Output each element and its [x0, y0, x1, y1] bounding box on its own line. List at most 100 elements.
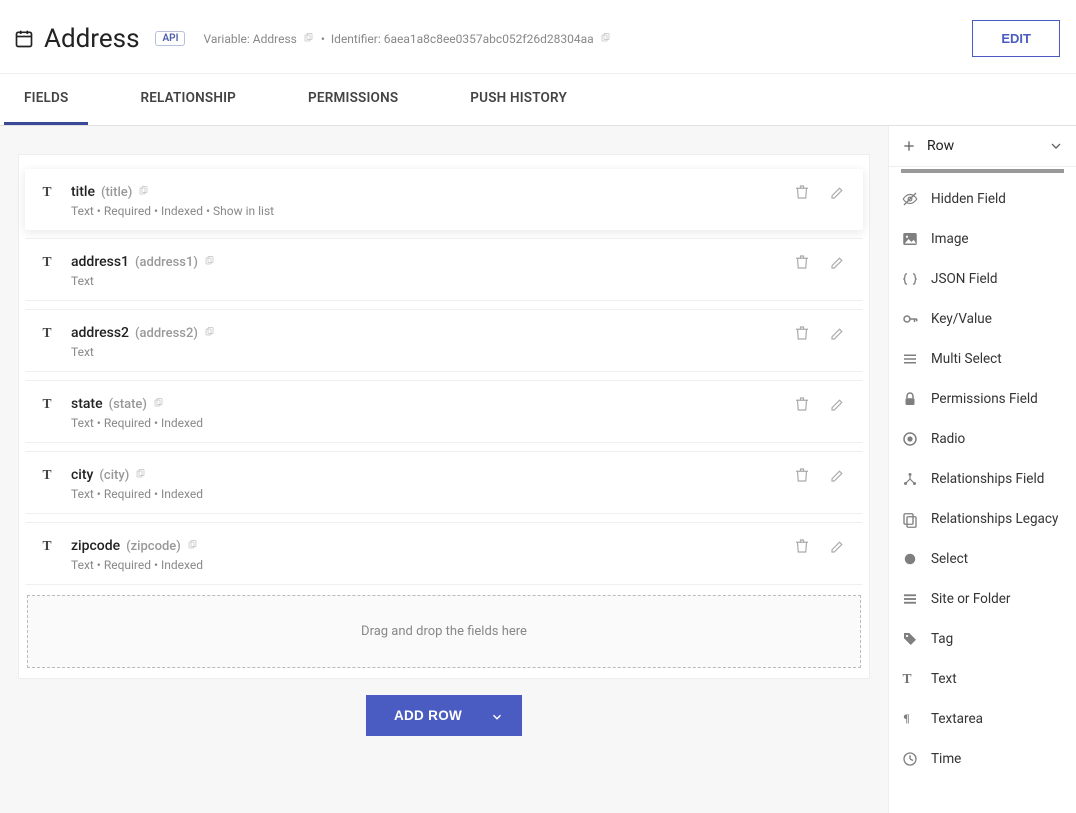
- field-variable: (state): [109, 397, 147, 412]
- sidebar-field-list: Hidden Field Image JSON Field Key/Value …: [889, 167, 1076, 813]
- field-variable: (address2): [135, 326, 198, 341]
- field-meta: Text: [71, 274, 793, 288]
- chevron-down-icon: [490, 710, 502, 722]
- sidebar-item-text[interactable]: Text: [889, 659, 1076, 699]
- edit-field-icon[interactable]: [829, 466, 847, 484]
- text-icon: [41, 537, 59, 555]
- field-card[interactable]: state (state) Text • Required • Indexed: [25, 380, 863, 443]
- hidden-icon: [901, 190, 919, 208]
- field-name: state: [71, 396, 103, 412]
- edit-field-icon[interactable]: [829, 253, 847, 271]
- copy-icon[interactable]: [204, 327, 216, 339]
- time-icon: [901, 750, 919, 768]
- field-card[interactable]: address2 (address2) Text: [25, 309, 863, 372]
- identifier-label: Identifier: 6aea1a8c8ee0357abc052f26d283…: [331, 32, 594, 46]
- chevron-down-icon: [1048, 138, 1064, 154]
- field-meta: Text: [71, 345, 793, 359]
- field-name: title: [71, 184, 95, 200]
- copy-identifier-icon[interactable]: [600, 33, 612, 45]
- delete-field-icon[interactable]: [793, 395, 811, 413]
- sidebar-item-permissions-field[interactable]: Permissions Field: [889, 379, 1076, 419]
- sidebar-item-textarea[interactable]: Textarea: [889, 699, 1076, 739]
- sidebar-item-image[interactable]: Image: [889, 219, 1076, 259]
- copy-variable-icon[interactable]: [303, 33, 315, 45]
- copy-icon[interactable]: [153, 398, 165, 410]
- text-icon: [41, 253, 59, 271]
- edit-field-icon[interactable]: [829, 395, 847, 413]
- tab-relationship[interactable]: RELATIONSHIP: [120, 74, 256, 125]
- field-card[interactable]: address1 (address1) Text: [25, 238, 863, 301]
- tag-icon: [901, 630, 919, 648]
- delete-field-icon[interactable]: [793, 253, 811, 271]
- field-name: zipcode: [71, 538, 120, 554]
- fields-container: title (title) Text • Required • Indexed …: [18, 154, 870, 679]
- text-icon: [41, 395, 59, 413]
- key-icon: [901, 310, 919, 328]
- plus-icon: [901, 138, 917, 154]
- sidebar-item-site-or-folder[interactable]: Site or Folder: [889, 579, 1076, 619]
- content-type-icon: [14, 29, 34, 49]
- sidebar-item-json-field[interactable]: JSON Field: [889, 259, 1076, 299]
- field-card[interactable]: title (title) Text • Required • Indexed …: [25, 169, 863, 230]
- field-variable: (city): [99, 468, 129, 483]
- page-header: Address API Variable: Address • Identifi…: [0, 0, 1076, 74]
- edit-button[interactable]: EDIT: [972, 20, 1060, 57]
- delete-field-icon[interactable]: [793, 466, 811, 484]
- relationship-icon: [901, 470, 919, 488]
- delete-field-icon[interactable]: [793, 324, 811, 342]
- main-panel: title (title) Text • Required • Indexed …: [0, 126, 888, 813]
- copy-icon[interactable]: [138, 186, 150, 198]
- separator-dot: •: [321, 32, 325, 46]
- json-icon: [901, 270, 919, 288]
- tabs: FIELDS RELATIONSHIP PERMISSIONS PUSH HIS…: [0, 74, 1076, 126]
- add-row-button[interactable]: ADD ROW: [366, 695, 522, 736]
- multiselect-icon: [901, 350, 919, 368]
- field-card[interactable]: city (city) Text • Required • Indexed: [25, 451, 863, 514]
- sidebar-item-tag[interactable]: Tag: [889, 619, 1076, 659]
- header-meta: Variable: Address • Identifier: 6aea1a8c…: [203, 32, 611, 46]
- tab-push-history[interactable]: PUSH HISTORY: [450, 74, 587, 125]
- field-meta: Text • Required • Indexed: [71, 487, 793, 501]
- field-name: city: [71, 467, 93, 483]
- sidebar-item-multi-select[interactable]: Multi Select: [889, 339, 1076, 379]
- text-icon: [41, 183, 59, 201]
- image-icon: [901, 230, 919, 248]
- field-variable: (zipcode): [126, 539, 181, 554]
- field-meta: Text • Required • Indexed • Show in list: [71, 204, 793, 218]
- textarea-icon: [901, 710, 919, 728]
- text-icon: [901, 670, 919, 688]
- field-variable: (address1): [135, 255, 198, 270]
- radio-icon: [901, 430, 919, 448]
- drop-zone[interactable]: Drag and drop the fields here: [27, 595, 861, 668]
- field-meta: Text • Required • Indexed: [71, 558, 793, 572]
- copy-icon[interactable]: [204, 256, 216, 268]
- sidebar-item-select[interactable]: Select: [889, 539, 1076, 579]
- page-title: Address: [44, 24, 139, 54]
- body: title (title) Text • Required • Indexed …: [0, 126, 1076, 813]
- delete-field-icon[interactable]: [793, 537, 811, 555]
- delete-field-icon[interactable]: [793, 183, 811, 201]
- api-badge[interactable]: API: [155, 31, 185, 46]
- edit-field-icon[interactable]: [829, 324, 847, 342]
- field-name: address2: [71, 325, 129, 341]
- field-variable: (title): [101, 185, 132, 200]
- field-card[interactable]: zipcode (zipcode) Text • Required • Inde…: [25, 522, 863, 585]
- field-name: address1: [71, 254, 129, 270]
- copy-icon[interactable]: [187, 540, 199, 552]
- sidebar-item-relationships-legacy[interactable]: Relationships Legacy: [889, 499, 1076, 539]
- tab-fields[interactable]: FIELDS: [4, 74, 88, 125]
- field-meta: Text • Required • Indexed: [71, 416, 793, 430]
- sidebar-item-time[interactable]: Time: [889, 739, 1076, 779]
- sidebar-row-toggle[interactable]: Row: [889, 126, 1076, 167]
- sidebar-item-key-value[interactable]: Key/Value: [889, 299, 1076, 339]
- sidebar-header-label: Row: [927, 138, 1038, 154]
- field-palette-sidebar: Row Hidden Field Image JSON Field Key/Va…: [888, 126, 1076, 813]
- text-icon: [41, 324, 59, 342]
- edit-field-icon[interactable]: [829, 183, 847, 201]
- tab-permissions[interactable]: PERMISSIONS: [288, 74, 418, 125]
- copy-icon[interactable]: [135, 469, 147, 481]
- sidebar-item-radio[interactable]: Radio: [889, 419, 1076, 459]
- edit-field-icon[interactable]: [829, 537, 847, 555]
- sidebar-item-relationships-field[interactable]: Relationships Field: [889, 459, 1076, 499]
- sidebar-item-hidden-field[interactable]: Hidden Field: [889, 179, 1076, 219]
